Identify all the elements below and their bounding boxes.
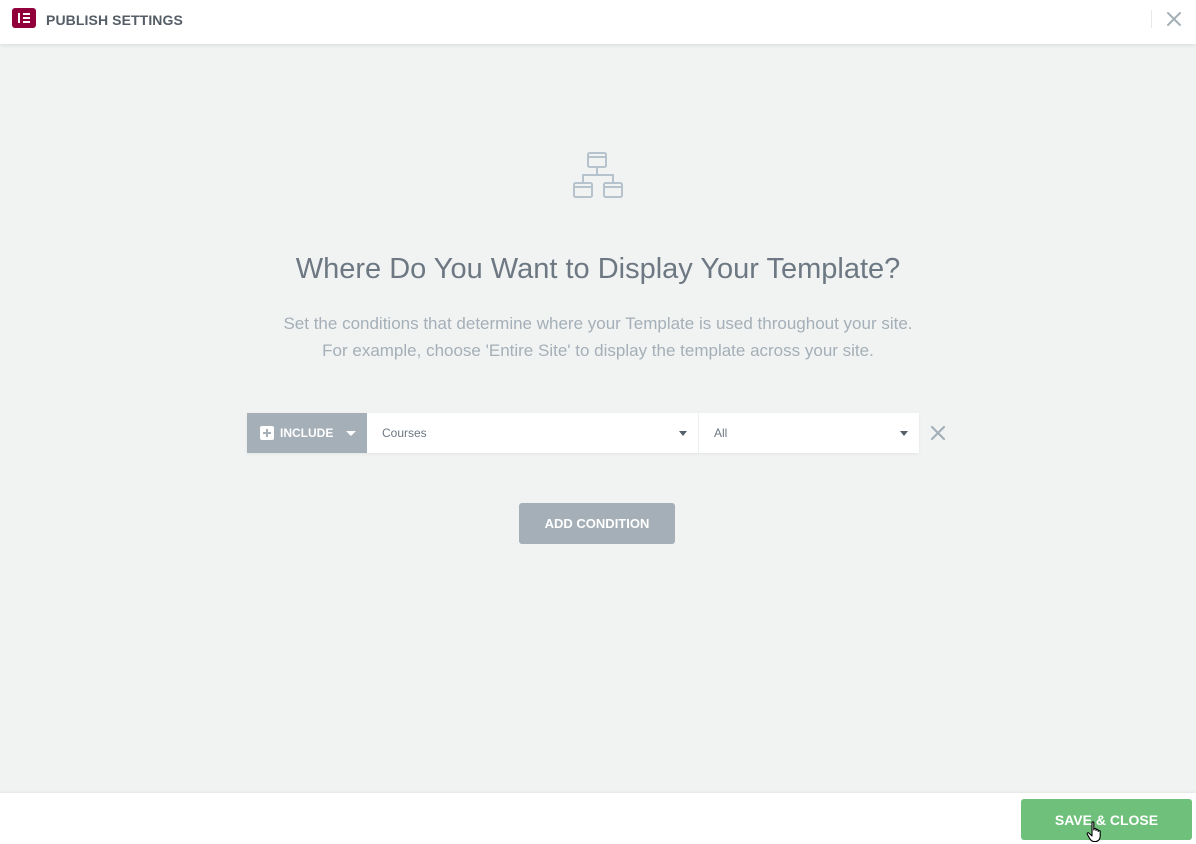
elementor-logo-icon bbox=[12, 8, 36, 28]
description-line-2: For example, choose 'Entire Site' to dis… bbox=[322, 341, 874, 360]
close-button[interactable] bbox=[1164, 9, 1184, 29]
chevron-down-icon bbox=[346, 431, 356, 436]
site-hierarchy-icon bbox=[573, 152, 623, 198]
chevron-down-icon bbox=[679, 431, 687, 436]
close-icon bbox=[1167, 12, 1181, 26]
description-line-1: Set the conditions that determine where … bbox=[283, 314, 913, 333]
include-exclude-select[interactable]: INCLUDE bbox=[247, 413, 367, 453]
condition-row: INCLUDE Courses All bbox=[247, 413, 919, 453]
add-condition-button[interactable]: ADD CONDITION bbox=[519, 503, 675, 544]
save-and-close-button[interactable]: SAVE & CLOSE bbox=[1021, 799, 1192, 840]
condition-sub-select[interactable]: All bbox=[699, 413, 919, 453]
close-icon bbox=[930, 425, 946, 441]
page-description: Set the conditions that determine where … bbox=[0, 310, 1196, 364]
hand-pointer-cursor-icon bbox=[1086, 821, 1101, 843]
condition-main-select[interactable]: Courses bbox=[367, 413, 699, 453]
chevron-down-icon bbox=[900, 431, 908, 436]
modal-footer: SAVE & CLOSE bbox=[0, 793, 1196, 844]
condition-sub-value: All bbox=[714, 426, 728, 440]
header-divider bbox=[1151, 10, 1152, 28]
plus-square-icon bbox=[260, 426, 274, 440]
remove-condition-button[interactable] bbox=[929, 424, 947, 442]
page-title: Where Do You Want to Display Your Templa… bbox=[295, 253, 901, 285]
condition-main-value: Courses bbox=[382, 426, 427, 440]
include-label: INCLUDE bbox=[280, 426, 334, 440]
modal-header: PUBLISH SETTINGS bbox=[0, 0, 1196, 44]
modal-title: PUBLISH SETTINGS bbox=[46, 12, 183, 28]
